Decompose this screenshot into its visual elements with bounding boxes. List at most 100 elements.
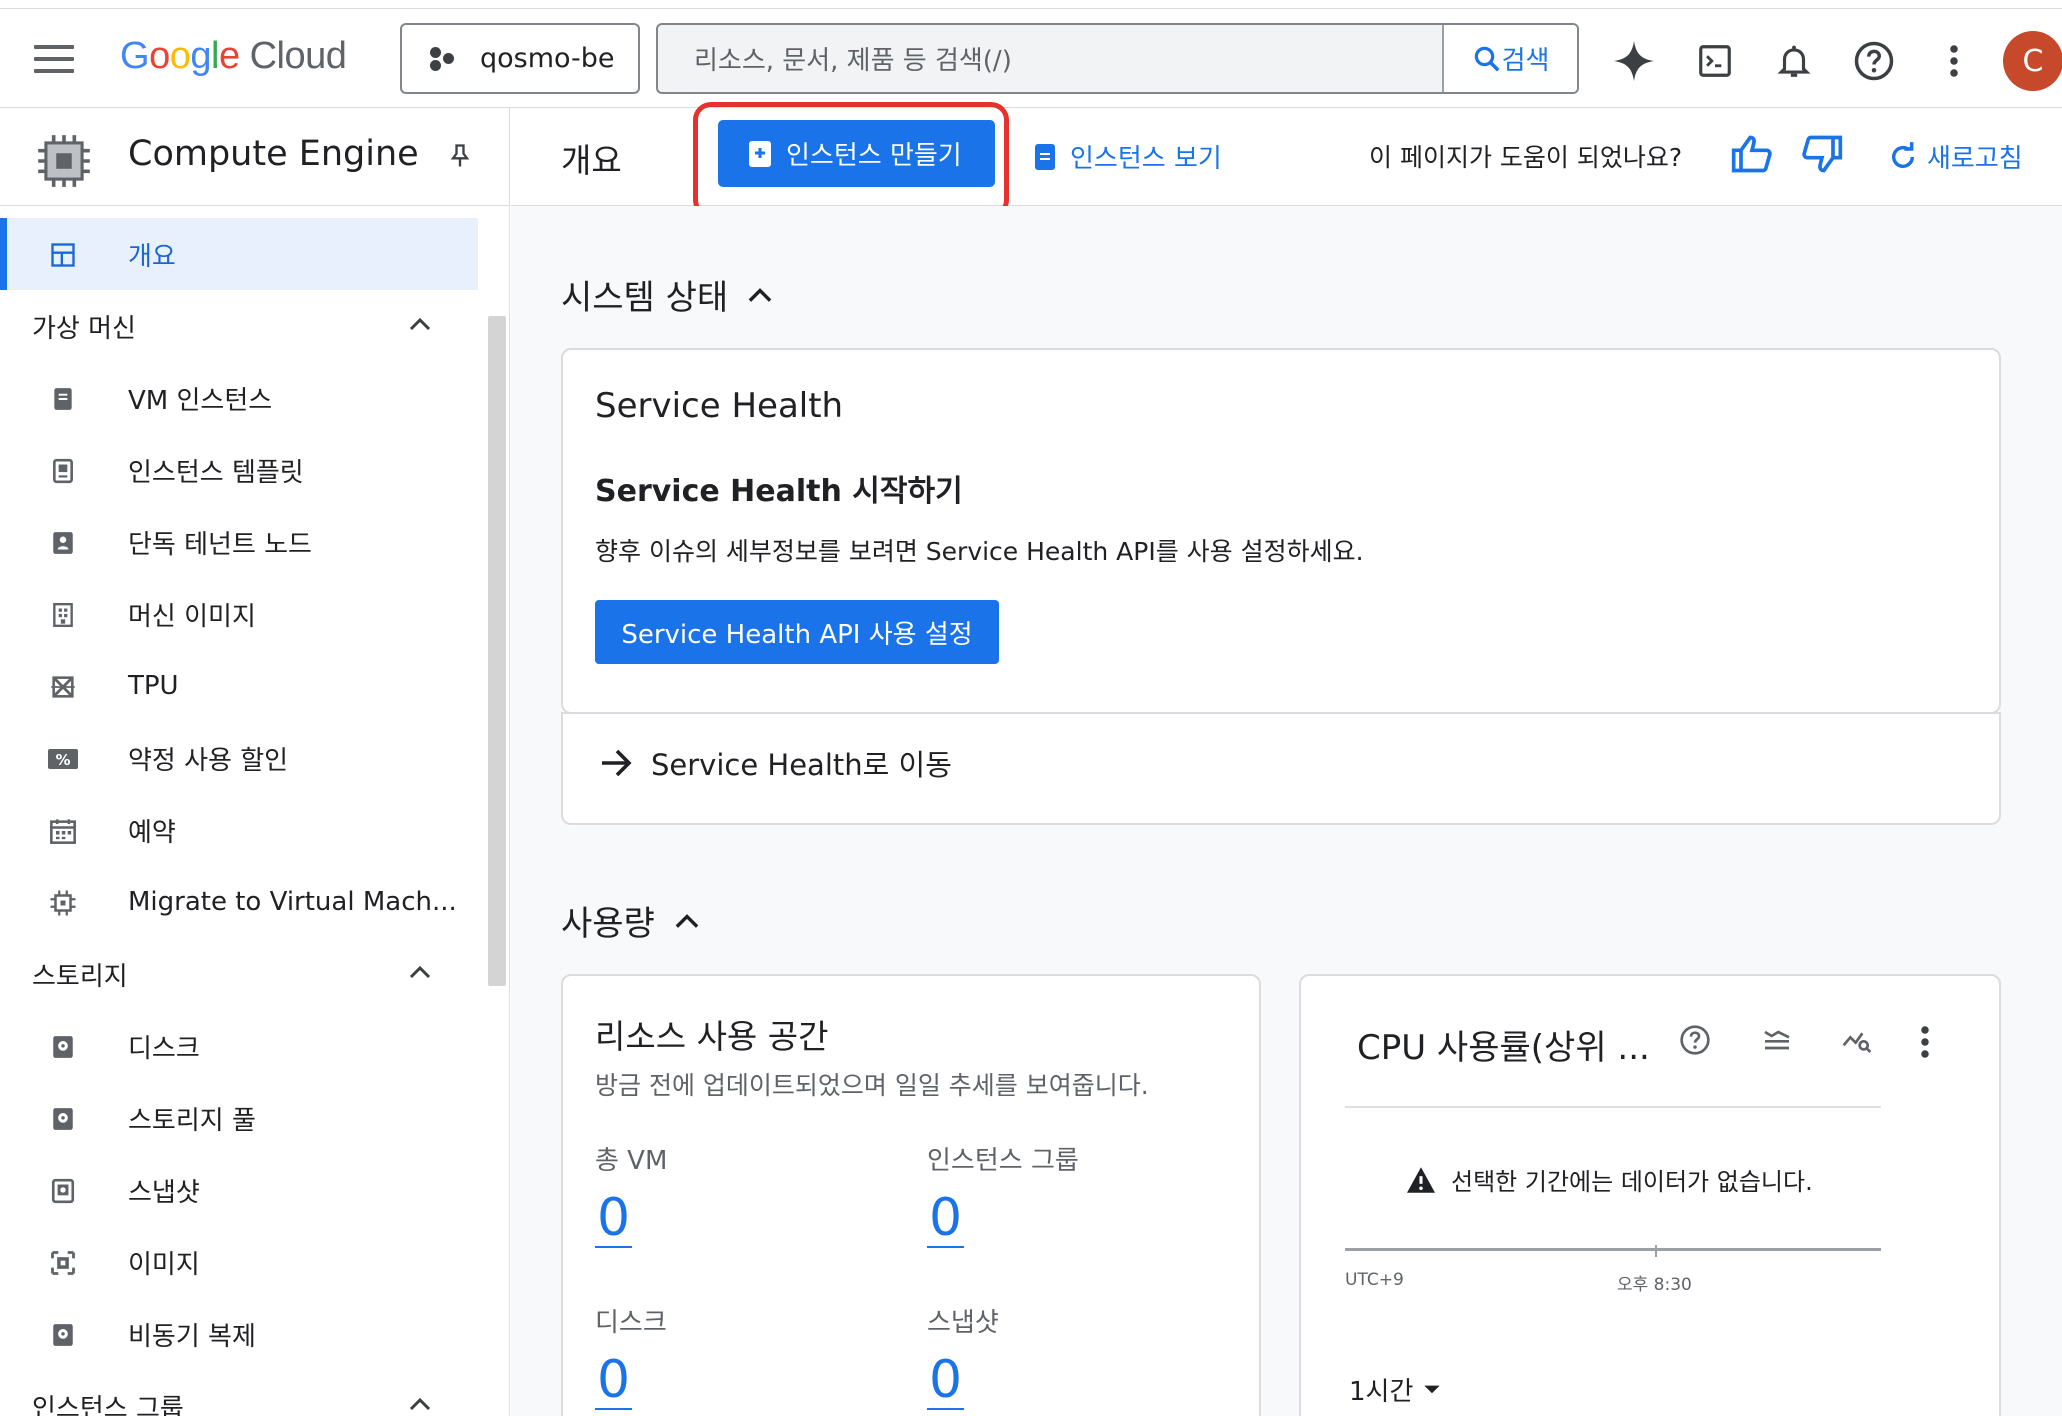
sidebar: Compute Engine 개요 가상 머신 VM 인스턴스 인스턴스 템플릿… xyxy=(0,108,510,1416)
legend-toggle-icon[interactable] xyxy=(1759,1024,1795,1060)
section-storage[interactable]: 스토리지 xyxy=(0,938,478,1010)
sidebar-item-instance-templates[interactable]: 인스턴스 템플릿 xyxy=(0,434,478,506)
top-bar: Google Cloud qosmo-be 리소스, 문서, 제품 등 검색(/)… xyxy=(0,8,2062,108)
stat-label-total-vm: 총 VM xyxy=(595,1146,668,1176)
sidebar-item-committed-use-discounts[interactable]: % 약정 사용 할인 xyxy=(0,722,478,794)
cloud-shell-icon[interactable] xyxy=(1693,39,1737,83)
pin-icon[interactable] xyxy=(446,140,474,176)
thumb-down-icon[interactable] xyxy=(1799,132,1845,180)
calendar-icon xyxy=(48,816,78,846)
help-icon[interactable] xyxy=(1852,39,1896,83)
logo-cloud-text: Cloud xyxy=(249,35,347,77)
sidebar-item-snapshots[interactable]: 스냅샷 xyxy=(0,1154,478,1226)
sidebar-item-sole-tenant-nodes[interactable]: 단독 테넌트 노드 xyxy=(0,506,478,578)
svg-text:%: % xyxy=(55,751,70,769)
snapshot-icon xyxy=(48,1176,78,1206)
sidebar-item-label: 약정 사용 할인 xyxy=(128,745,289,776)
disk-icon xyxy=(48,1032,78,1062)
service-health-description: 향후 이슈의 세부정보를 보려면 Service Health API를 사용 … xyxy=(595,537,1364,566)
project-hexagon-icon xyxy=(428,45,458,73)
chevron-up-icon xyxy=(408,964,432,984)
chevron-up-icon xyxy=(408,316,432,336)
sidebar-item-migrate[interactable]: Migrate to Virtual Mach... xyxy=(0,866,478,938)
stat-label-instance-groups: 인스턴스 그룹 xyxy=(927,1146,1079,1176)
help-icon[interactable] xyxy=(1679,1024,1711,1060)
more-vert-icon[interactable] xyxy=(1932,39,1976,83)
sidebar-item-label: 머신 이미지 xyxy=(128,601,256,632)
section-label: 스토리지 xyxy=(32,961,128,992)
sidebar-item-label: VM 인스턴스 xyxy=(128,385,273,416)
sidebar-item-vm-instances[interactable]: VM 인스턴스 xyxy=(0,362,478,434)
stat-value-instance-groups[interactable]: 0 xyxy=(927,1190,965,1248)
time-range-value: 1시간 xyxy=(1349,1377,1414,1407)
resource-footprint-subtitle: 방금 전에 업데이트되었으며 일일 추세를 보여줍니다. xyxy=(595,1071,1149,1100)
view-instances-link[interactable]: 인스턴스 보기 xyxy=(1034,138,1222,175)
sidebar-item-label: 인스턴스 템플릿 xyxy=(128,457,304,488)
async-replication-icon xyxy=(48,1320,78,1350)
menu-icon[interactable] xyxy=(34,45,74,75)
sidebar-item-label: TPU xyxy=(128,671,179,701)
refresh-button[interactable]: 새로고침 xyxy=(1887,138,2023,175)
stat-label-snapshots: 스냅샷 xyxy=(927,1308,999,1338)
section-virtual-machines[interactable]: 가상 머신 xyxy=(0,290,478,362)
product-title: Compute Engine xyxy=(128,134,419,174)
account-avatar[interactable]: C xyxy=(2003,31,2062,91)
sidebar-item-machine-images[interactable]: 머신 이미지 xyxy=(0,578,478,650)
time-range-dropdown[interactable]: 1시간 xyxy=(1349,1371,1443,1408)
search-button-label: 검색 xyxy=(1501,46,1550,76)
section-instance-groups[interactable]: 인스턴스 그룹 xyxy=(0,1370,478,1416)
axis-timezone-label: UTC+9 xyxy=(1345,1270,1404,1290)
gemini-sparkle-icon[interactable] xyxy=(1612,39,1656,83)
vm-icon xyxy=(1035,143,1055,170)
view-instances-label: 인스턴스 보기 xyxy=(1070,144,1222,174)
sidebar-item-disks[interactable]: 디스크 xyxy=(0,1010,478,1082)
refresh-icon xyxy=(1891,141,1915,168)
enable-service-health-button[interactable]: Service Health API 사용 설정 xyxy=(595,600,999,664)
sidebar-item-label: 개요 xyxy=(128,241,176,272)
no-data-message: 선택한 기간에는 데이터가 없습니다. xyxy=(1405,1162,1813,1197)
sidebar-item-tpu[interactable]: TPU xyxy=(0,650,478,722)
sidebar-item-images[interactable]: 이미지 xyxy=(0,1226,478,1298)
goto-service-health-link[interactable]: Service Health로 이동 xyxy=(599,742,952,784)
page-title: 개요 xyxy=(561,141,622,180)
stat-value-total-vm[interactable]: 0 xyxy=(595,1190,633,1248)
search-input[interactable]: 리소스, 문서, 제품 등 검색(/) xyxy=(658,25,1442,92)
section-label: 인스턴스 그룹 xyxy=(32,1393,184,1416)
vm-icon xyxy=(48,384,78,414)
sidebar-item-async-replication[interactable]: 비동기 복제 xyxy=(0,1298,478,1370)
stat-value-disks[interactable]: 0 xyxy=(595,1352,633,1410)
section-label: 가상 머신 xyxy=(32,313,136,344)
usage-heading[interactable]: 사용량 xyxy=(561,896,701,945)
bell-icon[interactable] xyxy=(1772,39,1816,83)
system-status-heading[interactable]: 시스템 상태 xyxy=(561,270,774,319)
sidebar-item-storage-pools[interactable]: 스토리지 풀 xyxy=(0,1082,478,1154)
migrate-icon xyxy=(48,888,78,918)
image-icon xyxy=(48,1248,78,1278)
service-health-subtitle: Service Health 시작하기 xyxy=(595,474,963,509)
create-instance-button[interactable]: 인스턴스 만들기 xyxy=(718,120,995,187)
compute-engine-chip-icon xyxy=(33,130,95,196)
sidebar-item-label: 스토리지 풀 xyxy=(128,1105,256,1136)
sidebar-item-label: 비동기 복제 xyxy=(128,1321,256,1352)
chevron-up-icon xyxy=(748,287,772,302)
service-health-card: Service Health Service Health 시작하기 향후 이슈… xyxy=(561,348,2001,714)
sidebar-item-label: 디스크 xyxy=(128,1033,200,1064)
feedback-question: 이 페이지가 도움이 되었나요? xyxy=(1369,143,1683,172)
explore-chart-icon[interactable] xyxy=(1839,1024,1875,1060)
project-picker[interactable]: qosmo-be xyxy=(400,23,640,94)
arrow-right-icon xyxy=(602,749,632,777)
sidebar-item-overview[interactable]: 개요 xyxy=(0,218,478,290)
google-cloud-logo[interactable]: Google Cloud xyxy=(120,35,347,78)
sidebar-item-reservations[interactable]: 예약 xyxy=(0,794,478,866)
goto-service-health-label: Service Health로 이동 xyxy=(651,748,952,782)
sidebar-scrollbar[interactable] xyxy=(488,316,506,986)
more-vert-icon[interactable] xyxy=(1919,1024,1931,1064)
storage-pool-icon xyxy=(48,1104,78,1134)
system-status-label: 시스템 상태 xyxy=(561,278,729,318)
no-data-text: 선택한 기간에는 데이터가 없습니다. xyxy=(1451,1168,1813,1196)
search-button[interactable]: 검색 xyxy=(1442,25,1577,92)
thumb-up-icon[interactable] xyxy=(1729,132,1775,180)
search-bar: 리소스, 문서, 제품 등 검색(/) 검색 xyxy=(656,23,1579,94)
stat-value-snapshots[interactable]: 0 xyxy=(927,1352,965,1410)
stat-label-disks: 디스크 xyxy=(595,1308,667,1338)
